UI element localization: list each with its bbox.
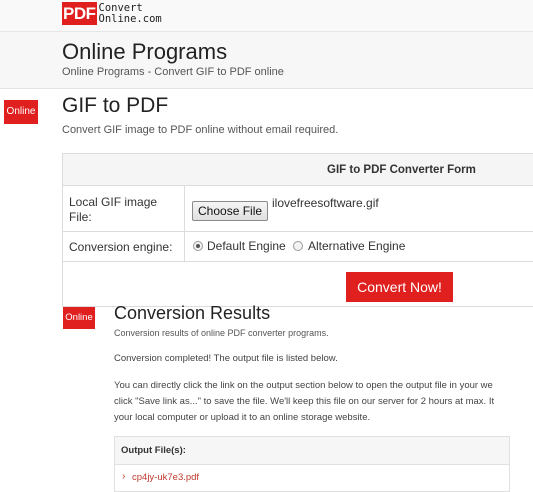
top-bar: PDF Convert Online.com — [0, 0, 533, 32]
page-header: Online Programs Online Programs - Conver… — [0, 32, 533, 89]
site-logo[interactable]: PDF Convert Online.com — [62, 2, 162, 25]
file-label: Local GIF image File: — [69, 195, 158, 224]
form-heading-text: GIF to PDF Converter Form — [327, 164, 476, 176]
logo-line-2: Online.com — [98, 12, 162, 25]
completion-message: Conversion completed! The output file is… — [114, 353, 338, 364]
logo-pdf-mark: PDF — [62, 2, 97, 25]
instructions-line: You can directly click the link on the o… — [114, 380, 493, 391]
results-title: Conversion Results — [114, 303, 271, 323]
breadcrumb: Online Programs - Convert GIF to PDF onl… — [62, 66, 284, 78]
instructions-text: You can directly click the link on the o… — [114, 378, 524, 426]
default-engine-label[interactable]: Default Engine — [207, 239, 286, 253]
convert-now-button[interactable]: Convert Now! — [346, 272, 453, 302]
file-row: Local GIF image File: Choose File ilovef… — [63, 186, 533, 232]
results-online-badge: Online — [63, 307, 95, 329]
instructions-line: click "Save link as..." to save the file… — [114, 396, 495, 407]
choose-file-button[interactable]: Choose File — [192, 201, 269, 221]
section-subtitle: Convert GIF image to PDF online without … — [62, 124, 339, 136]
engine-label: Conversion engine: — [69, 240, 173, 254]
output-file-row: › cp4jy-uk7e3.pdf — [115, 465, 509, 491]
instructions-line: your local computer or upload it to an o… — [114, 412, 371, 423]
section-title: GIF to PDF — [62, 94, 169, 117]
page-title: Online Programs — [62, 39, 228, 64]
selected-file-name: ilovefreesoftware.gif — [272, 196, 379, 210]
output-heading-text: Output File(s): — [121, 445, 186, 456]
column-divider — [184, 186, 185, 231]
results-subtitle: Conversion results of online PDF convert… — [114, 328, 329, 338]
alternative-engine-label[interactable]: Alternative Engine — [308, 239, 405, 253]
output-file-link[interactable]: cp4jy-uk7e3.pdf — [132, 472, 199, 483]
chevron-right-icon: › — [122, 471, 126, 482]
form-footer — [63, 262, 533, 306]
output-files-panel: Output File(s): › cp4jy-uk7e3.pdf — [114, 436, 510, 492]
alternative-engine-radio[interactable] — [293, 241, 303, 251]
output-files-heading: Output File(s): — [115, 437, 509, 465]
logo-text: Convert Online.com — [98, 1, 162, 25]
form-heading: GIF to PDF Converter Form — [63, 154, 533, 186]
engine-row: Conversion engine: Default Engine Altern… — [63, 232, 533, 262]
converter-form: GIF to PDF Converter Form Local GIF imag… — [62, 153, 533, 307]
logo-line-1: Convert — [98, 1, 143, 14]
column-divider — [184, 232, 185, 261]
online-badge: Online — [4, 100, 38, 124]
default-engine-radio[interactable] — [193, 241, 203, 251]
